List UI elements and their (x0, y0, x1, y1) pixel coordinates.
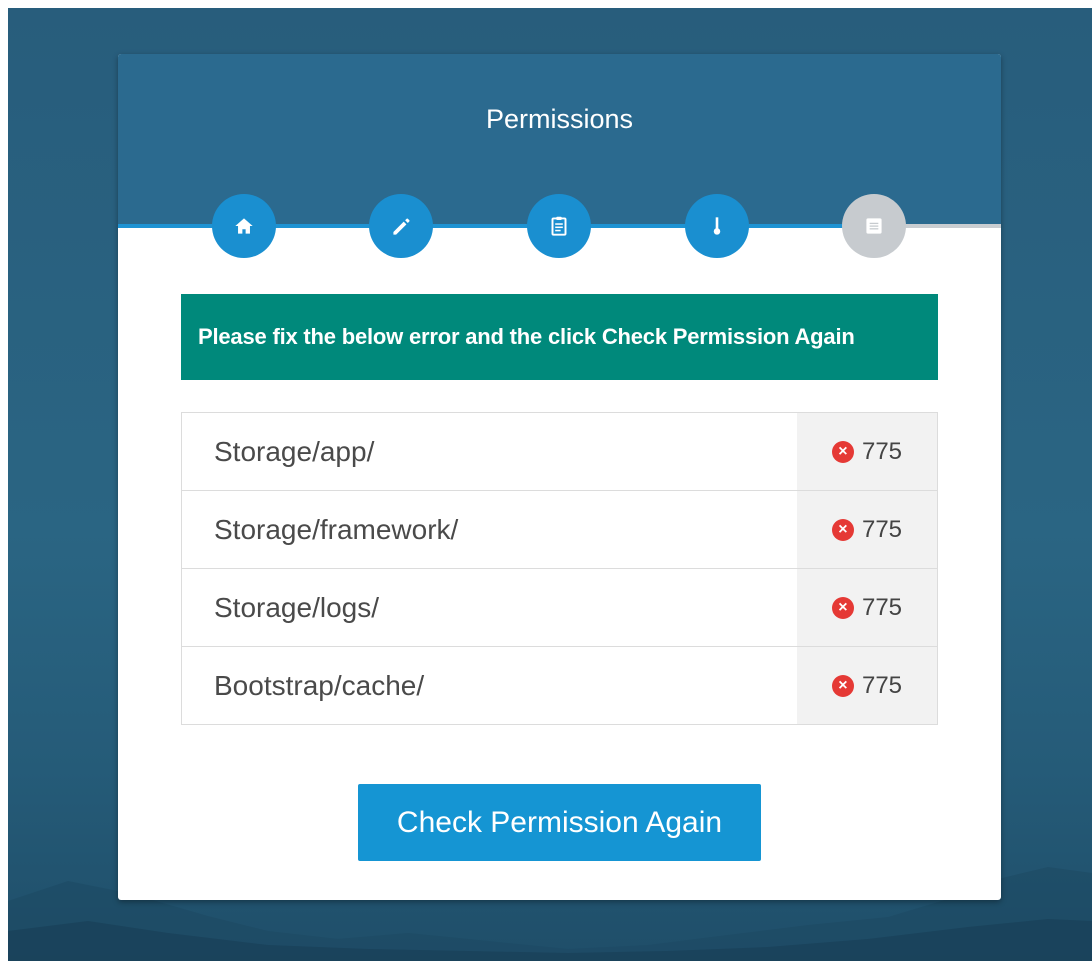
permissions-card: Permissions Please fix the below error a… (118, 54, 1001, 900)
clipboard-icon (551, 216, 567, 236)
step-permissions[interactable] (685, 194, 749, 258)
permission-path: Bootstrap/cache/ (214, 670, 425, 701)
check-permission-again-button[interactable]: Check Permission Again (358, 784, 761, 861)
error-icon: × (831, 518, 854, 541)
permission-status: × 775 (797, 491, 937, 568)
step-home[interactable] (212, 194, 276, 258)
step-details[interactable] (369, 194, 433, 258)
permission-status: × 775 (797, 413, 937, 490)
permission-path: Storage/logs/ (214, 592, 379, 623)
page-title: Permissions (485, 104, 634, 134)
step-requirements[interactable] (527, 194, 591, 258)
table-row: Storage/framework/ × 775 (182, 491, 937, 569)
permission-path: Storage/app/ (214, 436, 375, 467)
list-icon (866, 218, 882, 234)
table-row: Bootstrap/cache/ × 775 (182, 647, 937, 724)
error-icon: × (831, 674, 854, 697)
error-icon: × (831, 440, 854, 463)
pencil-icon (393, 218, 410, 235)
table-row: Storage/logs/ × 775 (182, 569, 937, 647)
permission-path: Storage/framework/ (214, 514, 459, 545)
key-icon (713, 217, 721, 235)
permission-status: × 775 (797, 569, 937, 646)
table-row: Storage/app/ × 775 (182, 413, 937, 491)
home-icon (235, 218, 253, 234)
permission-value: 775 (861, 437, 903, 465)
wizard-stepper (118, 194, 1001, 258)
permission-value: 775 (861, 515, 903, 543)
error-alert: Please fix the below error and the click… (181, 294, 938, 380)
error-icon: × (831, 596, 854, 619)
permission-status: × 775 (797, 647, 937, 724)
permission-value: 775 (861, 593, 903, 621)
permissions-table: Storage/app/ × 775 Storage/framework/ × … (181, 412, 938, 725)
step-finish[interactable] (842, 194, 906, 258)
permission-value: 775 (861, 671, 903, 699)
